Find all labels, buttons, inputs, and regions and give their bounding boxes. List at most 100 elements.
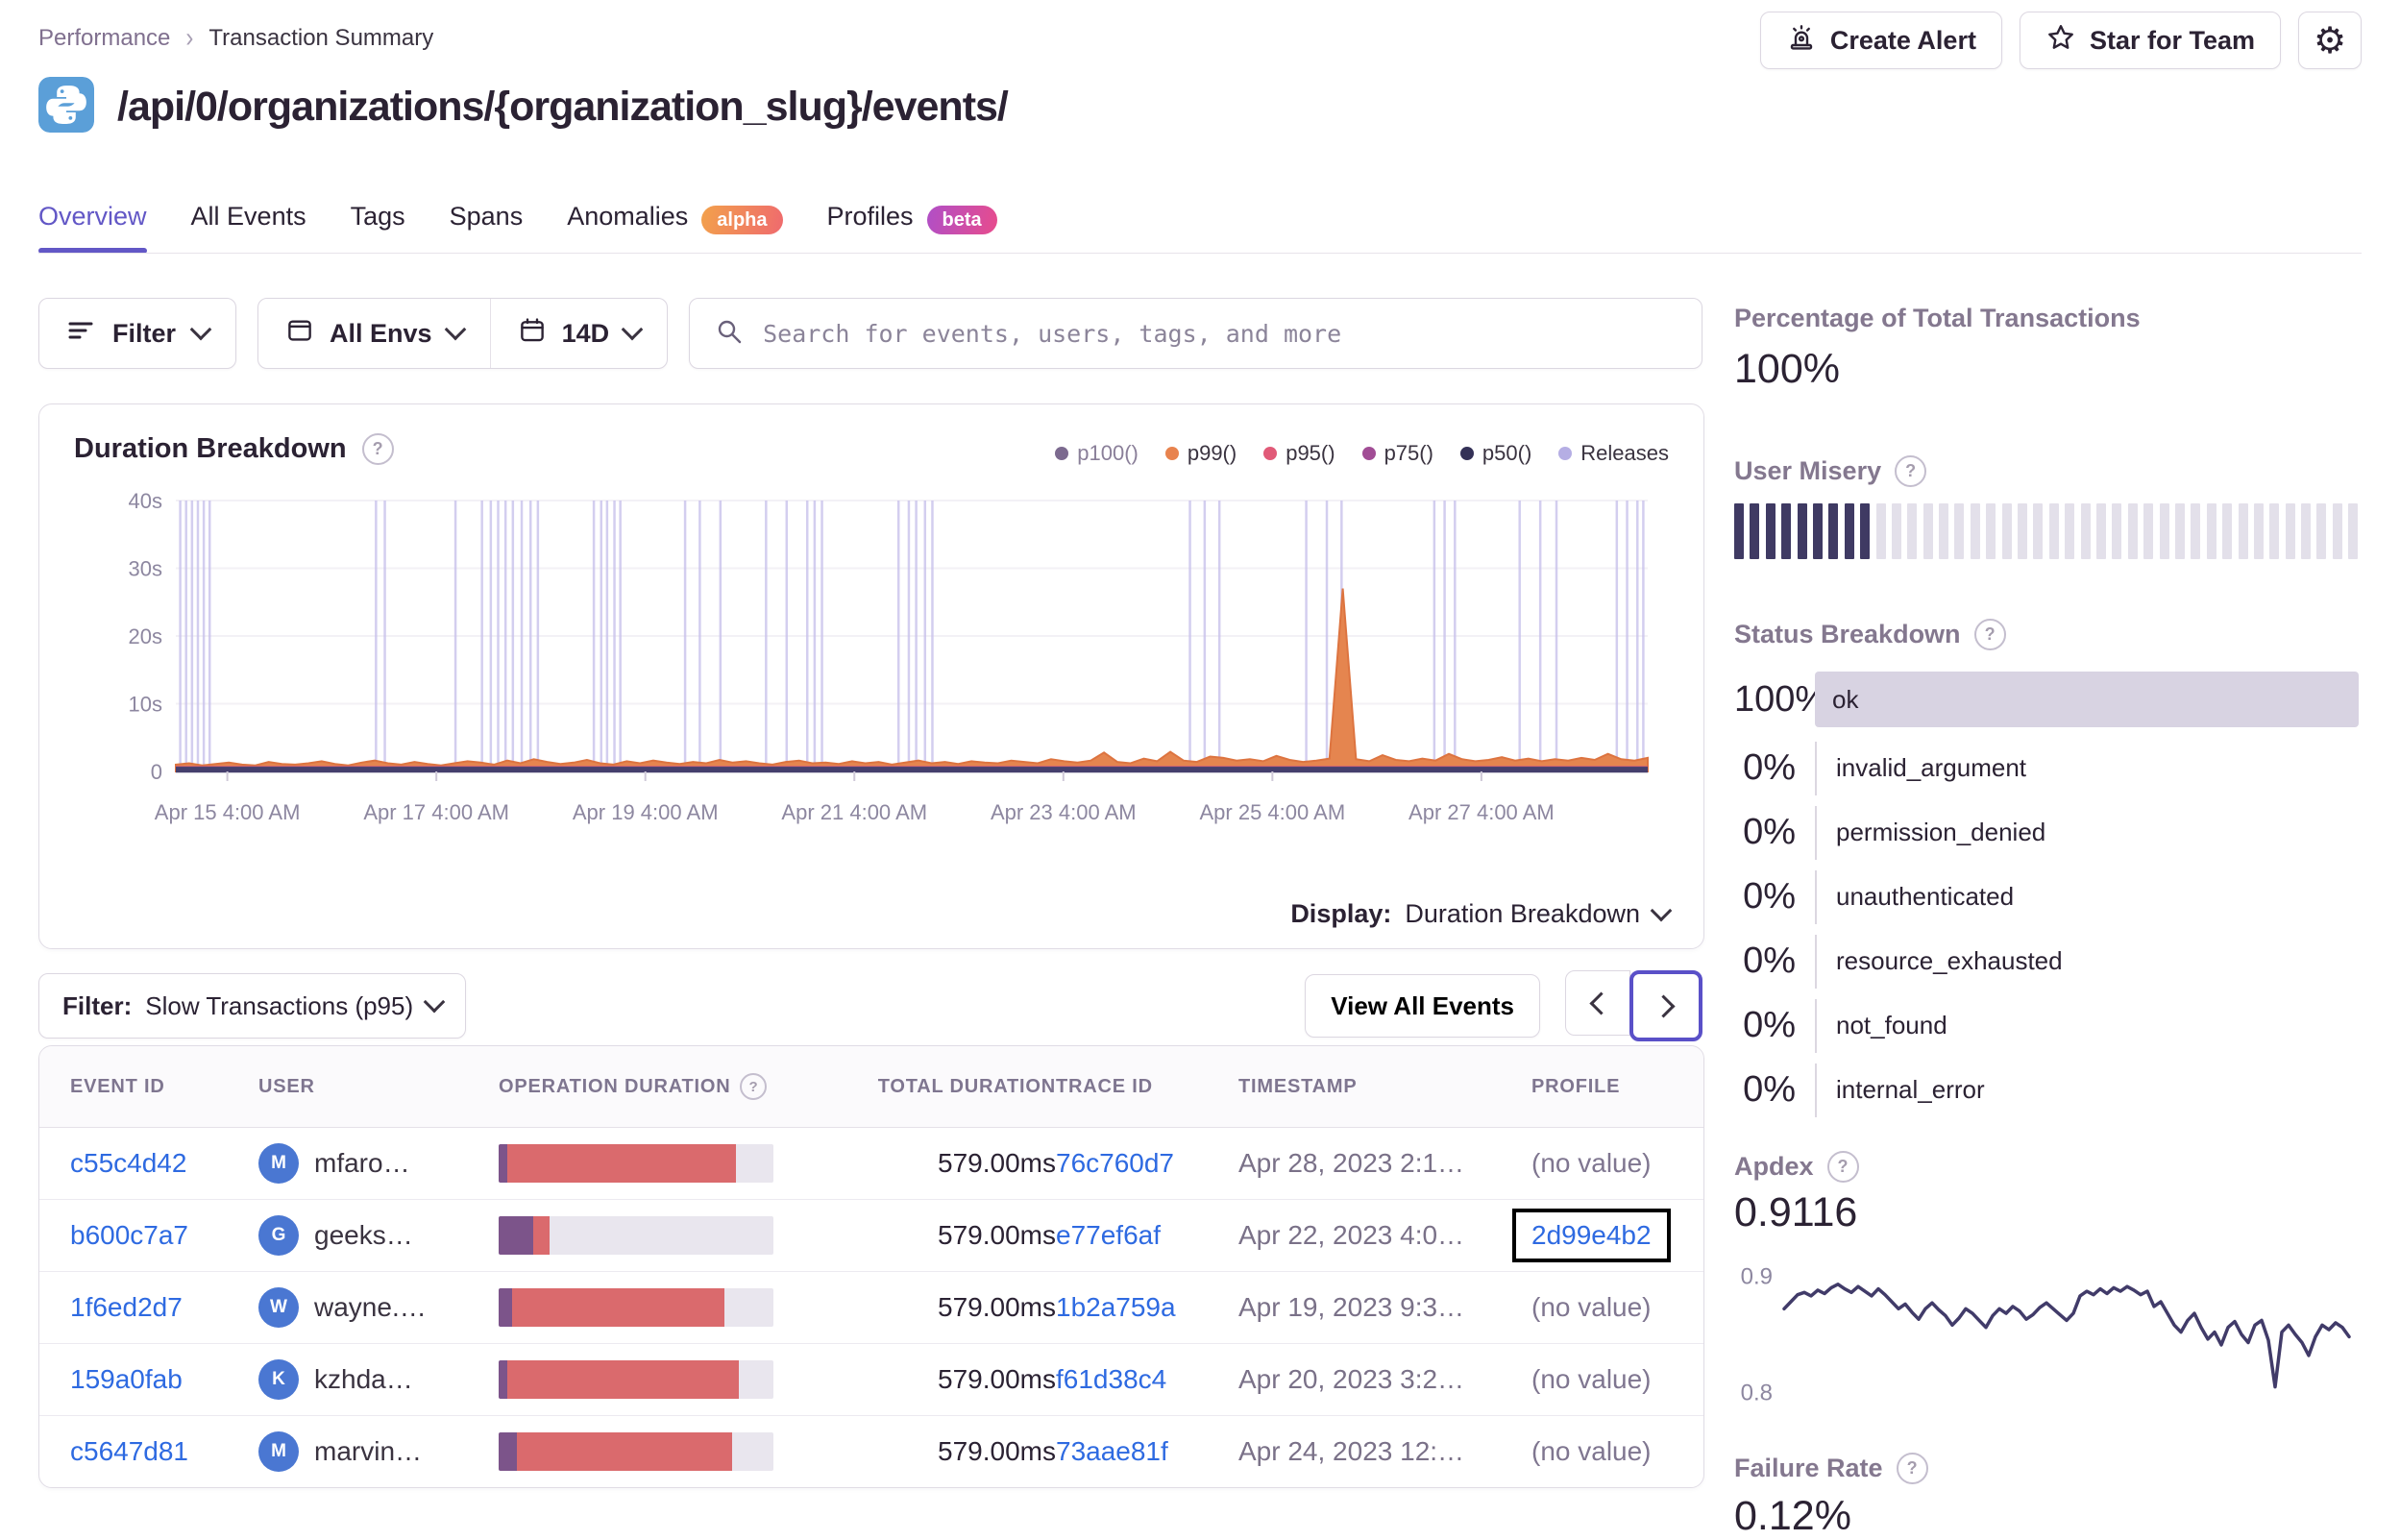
- window-icon: [285, 316, 314, 352]
- pct-total-heading-row: Percentage of Total Transactions: [1734, 304, 2141, 333]
- gear-icon: ⚙: [2313, 19, 2347, 61]
- operation-duration-cell: [499, 1360, 830, 1399]
- legend-item-Releases[interactable]: Releases: [1558, 441, 1669, 466]
- misery-tick: [1922, 503, 1933, 559]
- event-id-link[interactable]: b600c7a7: [70, 1220, 188, 1250]
- next-page-button[interactable]: [1629, 970, 1702, 1041]
- svg-text:Apr 25 4:00 AM: Apr 25 4:00 AM: [1200, 800, 1346, 824]
- op-duration-segment-red: [517, 1432, 732, 1471]
- alpha-badge: alpha: [701, 206, 783, 234]
- misery-tick: [2253, 503, 2264, 559]
- trace-id-link[interactable]: 73aae81f: [1056, 1436, 1168, 1466]
- legend-item-p75[interactable]: p75(): [1361, 441, 1433, 466]
- pagination: [1565, 970, 1702, 1041]
- misery-tick: [2159, 503, 2169, 559]
- chevron-down-icon: [423, 990, 446, 1014]
- filter-dropdown-button[interactable]: Filter: [38, 298, 237, 369]
- transactions-filter-dropdown[interactable]: Filter: Slow Transactions (p95): [38, 973, 467, 1039]
- op-duration-segment-red: [507, 1144, 737, 1183]
- column-header-label: TIMESTAMP: [1238, 1075, 1358, 1097]
- tab-anomalies[interactable]: Anomalies alpha: [567, 198, 783, 254]
- column-header-trace-id: TRACE ID: [1056, 1076, 1238, 1098]
- user-cell: Mmfaro…: [258, 1143, 499, 1184]
- legend-item-p100[interactable]: p100(): [1055, 441, 1139, 466]
- column-header-user: USER: [258, 1076, 499, 1098]
- trace-id-link[interactable]: 1b2a759a: [1056, 1292, 1176, 1322]
- operation-duration-cell: [499, 1288, 830, 1327]
- op-duration-segment-purple: [499, 1288, 513, 1327]
- profile-link[interactable]: 2d99e4b2: [1531, 1220, 1652, 1250]
- event-id-cell: c5647d81: [70, 1436, 258, 1467]
- tab-overview[interactable]: Overview: [38, 198, 147, 254]
- op-duration-segment-purple: [499, 1432, 518, 1471]
- misery-tick: [2348, 503, 2359, 559]
- trace-id-link[interactable]: f61d38c4: [1056, 1364, 1166, 1394]
- legend-item-p50[interactable]: p50(): [1459, 441, 1531, 466]
- user-misery-heading-row: User Misery ?: [1734, 455, 1927, 487]
- status-ok-bar: ok: [1815, 672, 2359, 727]
- create-alert-button[interactable]: Create Alert: [1759, 12, 2002, 69]
- legend-item-p99[interactable]: p99(): [1164, 441, 1237, 466]
- settings-button[interactable]: ⚙: [2298, 12, 2362, 69]
- profile-empty: (no value): [1531, 1436, 1652, 1466]
- misery-tick: [2095, 503, 2106, 559]
- user-name: mfaro…: [314, 1148, 410, 1178]
- search-input[interactable]: [761, 318, 1677, 349]
- event-id-link[interactable]: c55c4d42: [70, 1148, 186, 1178]
- misery-tick: [2127, 503, 2138, 559]
- event-id-link[interactable]: 1f6ed2d7: [70, 1292, 183, 1322]
- display-dropdown[interactable]: Display: Duration Breakdown: [1290, 899, 1673, 929]
- trace-id-cell: 73aae81f: [1056, 1436, 1238, 1467]
- trace-id-link[interactable]: e77ef6af: [1056, 1220, 1161, 1250]
- star-for-team-button[interactable]: Star for Team: [2019, 12, 2281, 69]
- event-id-link[interactable]: 159a0fab: [70, 1364, 183, 1394]
- chart-title-row: Duration Breakdown ?: [74, 433, 394, 465]
- event-id-link[interactable]: c5647d81: [70, 1436, 188, 1466]
- previous-page-button[interactable]: [1565, 970, 1630, 1036]
- misery-tick: [2191, 503, 2201, 559]
- svg-text:0.9: 0.9: [1741, 1263, 1773, 1289]
- misery-tick: [1875, 503, 1886, 559]
- user-name: wayne.…: [314, 1292, 427, 1322]
- timestamp-cell: Apr 28, 2023 2:1…: [1238, 1148, 1465, 1178]
- misery-tick: [1797, 503, 1807, 559]
- misery-tick: [1970, 503, 1980, 559]
- trace-id-cell: e77ef6af: [1056, 1220, 1238, 1251]
- apdex-chart-svg: 0.9 0.8: [1741, 1263, 2351, 1406]
- user-cell: Wwayne.…: [258, 1287, 499, 1328]
- apdex-value: 0.9116: [1734, 1189, 1858, 1235]
- table-header-row: EVENT ID USER OPERATION DURATION? TOTAL DUR…: [39, 1046, 1703, 1128]
- tab-profiles[interactable]: Profiles beta: [827, 198, 997, 254]
- status-label: ok: [1832, 684, 1859, 714]
- trace-id-link[interactable]: 76c760d7: [1056, 1148, 1174, 1178]
- legend-dot: [1164, 447, 1179, 460]
- status-row-resource_exhausted: 0% resource_exhausted: [1734, 929, 2359, 993]
- environment-selector[interactable]: All Envs: [258, 299, 490, 368]
- date-range-selector[interactable]: 14D: [491, 299, 668, 368]
- legend-item-p95[interactable]: p95(): [1263, 441, 1335, 466]
- status-row-permission_denied: 0% permission_denied: [1734, 800, 2359, 865]
- column-header-label: TRACE ID: [1056, 1075, 1153, 1097]
- svg-text:0: 0: [151, 760, 162, 784]
- chevron-down-icon: [444, 318, 466, 341]
- legend-label: p95(): [1286, 441, 1335, 465]
- operation-duration-cell: [499, 1216, 830, 1255]
- misery-tick: [1891, 503, 1901, 559]
- svg-text:10s: 10s: [129, 693, 162, 717]
- tab-label: Tags: [350, 202, 405, 231]
- status-percent: 0%: [1743, 1069, 1796, 1110]
- legend-label: p75(): [1384, 441, 1433, 465]
- events-toolbar: Filter: Slow Transactions (p95) View All…: [38, 970, 1702, 1041]
- tab-all-events[interactable]: All Events: [191, 198, 306, 254]
- status-row-invalid_argument: 0% invalid_argument: [1734, 736, 2359, 800]
- tab-tags[interactable]: Tags: [351, 198, 405, 254]
- help-icon: ?: [1973, 619, 2006, 650]
- tab-spans[interactable]: Spans: [450, 198, 524, 254]
- view-all-events-button[interactable]: View All Events: [1305, 974, 1540, 1038]
- status-label: not_found: [1815, 998, 2359, 1053]
- pct-total-heading: Percentage of Total Transactions: [1734, 304, 2141, 332]
- op-duration-segment-red: [512, 1288, 724, 1327]
- breadcrumb-performance[interactable]: Performance: [38, 25, 170, 52]
- misery-tick: [1907, 503, 1918, 559]
- profile-cell: 2d99e4b2: [1512, 1209, 1673, 1262]
